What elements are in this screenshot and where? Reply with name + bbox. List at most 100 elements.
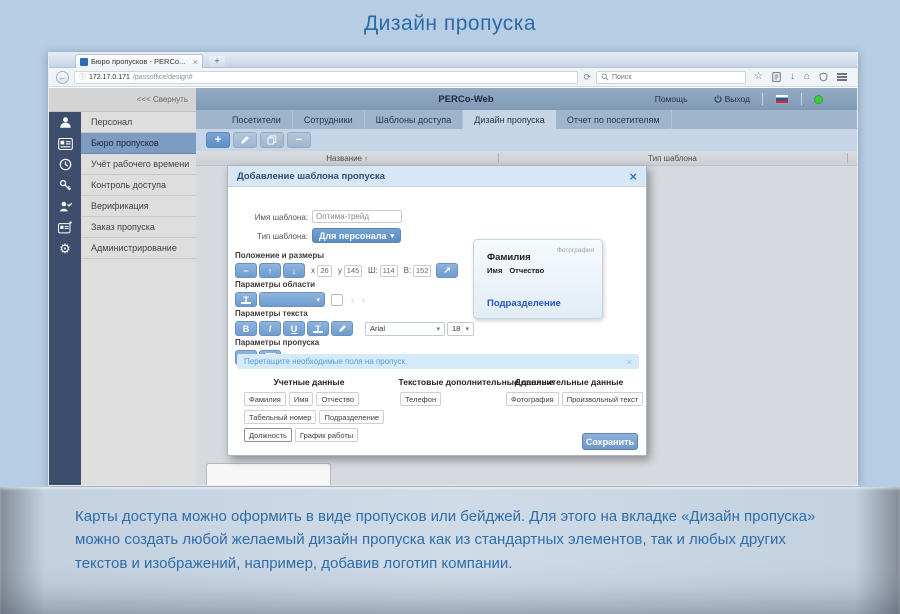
height-input[interactable] bbox=[413, 265, 431, 277]
sidebar-item-pass-office[interactable]: Бюро пропусков bbox=[49, 133, 196, 154]
shield-icon[interactable] bbox=[819, 72, 828, 82]
clock-icon bbox=[49, 154, 81, 175]
home-icon[interactable]: ⌂ bbox=[804, 72, 810, 82]
y-input[interactable] bbox=[344, 265, 362, 277]
page-actions-icon[interactable] bbox=[772, 72, 781, 82]
tab-visitors[interactable]: Посетители bbox=[221, 110, 293, 129]
fill-color-button[interactable]: Т bbox=[235, 292, 257, 307]
tab-close-icon[interactable]: × bbox=[193, 58, 198, 66]
column-additional-data: Дополнительные данные Фотография Произво… bbox=[498, 377, 640, 410]
field-chip[interactable]: Имя bbox=[289, 392, 314, 406]
field-chip[interactable]: График работы bbox=[295, 428, 358, 442]
help-link[interactable]: Помощь bbox=[655, 94, 688, 104]
sidebar-item-personnel[interactable]: Персонал bbox=[49, 112, 196, 133]
menu-icon[interactable] bbox=[837, 73, 847, 81]
width-label: Ш: bbox=[368, 266, 378, 275]
tab-employees[interactable]: Сотрудники bbox=[293, 110, 365, 129]
sidebar-filler bbox=[49, 259, 196, 485]
pencil-icon bbox=[240, 135, 250, 145]
sidebar-item-label: Контроль доступа bbox=[81, 175, 196, 196]
sidebar-item-administration[interactable]: ⚙ Администрирование bbox=[49, 238, 196, 259]
sidebar-item-verification[interactable]: Верификация bbox=[49, 196, 196, 217]
x-input[interactable] bbox=[317, 265, 332, 277]
connection-status-dot bbox=[814, 95, 823, 104]
sort-asc-icon: ↑ bbox=[364, 156, 368, 163]
field-chip[interactable]: Фотография bbox=[506, 392, 559, 406]
person-icon bbox=[49, 112, 81, 133]
field-chip[interactable]: Подразделение bbox=[319, 410, 384, 424]
font-family-select[interactable]: Arial ▾ bbox=[365, 322, 445, 336]
section-label: Параметры пропуска bbox=[235, 338, 319, 347]
sidebar-item-time-tracking[interactable]: Учёт рабочего времени bbox=[49, 154, 196, 175]
column-header-type[interactable]: Тип шаблона bbox=[498, 151, 847, 166]
stepper-prev-icon[interactable]: ‹ bbox=[351, 295, 354, 305]
sidebar-item-pass-order[interactable]: Заказ пропуска bbox=[49, 217, 196, 238]
chevron-down-icon: ▾ bbox=[436, 325, 440, 333]
width-input[interactable] bbox=[380, 265, 398, 277]
section-label: Параметры области bbox=[235, 280, 365, 289]
field-chip[interactable]: Табельный номер bbox=[244, 410, 316, 424]
pass-preview-card[interactable]: Фотография Фамилия Имя Отчество Подразде… bbox=[473, 239, 603, 319]
remove-element-button[interactable]: − bbox=[235, 263, 257, 278]
search-input[interactable] bbox=[612, 74, 722, 81]
preview-name-line: Имя Отчество bbox=[487, 266, 544, 275]
column-divider bbox=[498, 153, 499, 163]
edit-text-button[interactable] bbox=[331, 321, 353, 336]
dialog-title: Добавление шаблона пропуска bbox=[237, 171, 385, 182]
hint-close-icon[interactable]: × bbox=[627, 357, 632, 367]
field-chip[interactable]: Телефон bbox=[400, 392, 441, 406]
field-chip[interactable]: Фамилия bbox=[244, 392, 286, 406]
tab-access-templates[interactable]: Шаблоны доступа bbox=[365, 110, 464, 129]
add-button[interactable]: + bbox=[206, 132, 230, 148]
move-up-button[interactable]: ↑ bbox=[259, 263, 281, 278]
area-color-dropdown[interactable]: ▾ bbox=[259, 292, 325, 307]
bookmark-star-icon[interactable]: ☆ bbox=[754, 72, 763, 82]
area-checkbox[interactable] bbox=[331, 294, 343, 306]
downloads-icon[interactable]: ↓ bbox=[790, 72, 795, 82]
height-label: В: bbox=[404, 266, 412, 275]
edit-button[interactable] bbox=[233, 132, 257, 148]
field-chip[interactable]: Отчество bbox=[316, 392, 359, 406]
resize-button[interactable]: ↗ bbox=[436, 263, 458, 278]
sidebar-item-label: Верификация bbox=[81, 196, 196, 217]
badge-plus-icon bbox=[49, 217, 81, 238]
template-type-dropdown[interactable]: Для персонала ▾ bbox=[312, 228, 401, 243]
field-chip[interactable]: Произвольный текст bbox=[562, 392, 643, 406]
column-divider bbox=[847, 153, 848, 163]
browser-toolbar-icons: ☆ ↓ ⌂ bbox=[751, 72, 850, 82]
site-info-icon[interactable]: ⓘ bbox=[79, 72, 86, 82]
underline-button[interactable]: U bbox=[283, 321, 305, 336]
text-color-button[interactable]: Т bbox=[307, 321, 329, 336]
sidebar: <<< Свернуть Персонал Бюро пропусков bbox=[49, 88, 196, 485]
template-name-input[interactable] bbox=[312, 210, 402, 223]
chevron-down-icon: ▾ bbox=[465, 325, 469, 333]
back-icon[interactable]: ← bbox=[56, 71, 69, 84]
favicon-icon bbox=[80, 58, 88, 66]
logout-link[interactable]: Выход bbox=[714, 94, 750, 104]
font-size-select[interactable]: 18 ▾ bbox=[447, 322, 474, 336]
sidebar-item-access-control[interactable]: Контроль доступа bbox=[49, 175, 196, 196]
delete-button[interactable]: − bbox=[287, 132, 311, 148]
italic-button[interactable]: I bbox=[259, 321, 281, 336]
copy-button[interactable] bbox=[260, 132, 284, 148]
tab-pass-design[interactable]: Дизайн пропуска bbox=[463, 110, 556, 129]
search-field[interactable] bbox=[596, 71, 746, 84]
sidebar-collapse-button[interactable]: <<< Свернуть bbox=[49, 88, 196, 112]
column-title: Учетные данные bbox=[244, 377, 374, 387]
field-chip[interactable]: Должность bbox=[244, 428, 292, 442]
stepper-next-icon[interactable]: › bbox=[362, 295, 365, 305]
language-flag-icon[interactable] bbox=[775, 94, 789, 104]
bold-button[interactable]: B bbox=[235, 321, 257, 336]
dialog-body: Имя шаблона: Тип шаблона: Для персонала … bbox=[228, 187, 646, 456]
tab-visitor-report[interactable]: Отчет по посетителям bbox=[556, 110, 672, 129]
new-tab-button[interactable]: + bbox=[209, 56, 225, 67]
dialog-close-icon[interactable]: × bbox=[629, 170, 637, 183]
text-params-section: Параметры текста B I U Т Arial ▾ bbox=[235, 309, 474, 336]
template-name-label: Имя шаблона: bbox=[232, 213, 308, 222]
save-button[interactable]: Сохранить bbox=[582, 433, 638, 450]
move-down-button[interactable]: ↓ bbox=[283, 263, 305, 278]
reload-icon[interactable]: ⟳ bbox=[583, 72, 591, 83]
url-field[interactable]: ⓘ 172.17.0.171 /passoffice/design# bbox=[74, 71, 578, 84]
section-label: Параметры текста bbox=[235, 309, 474, 318]
browser-tab[interactable]: Бюро пропусков - PERCo... × bbox=[75, 54, 203, 68]
